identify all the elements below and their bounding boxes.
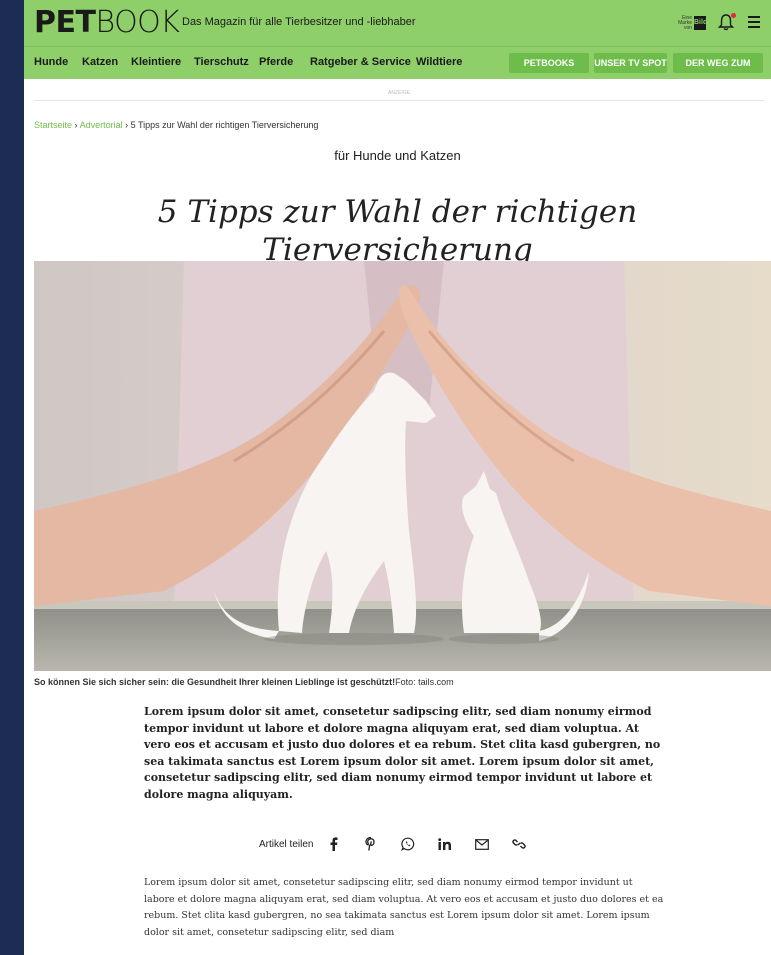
facebook-icon[interactable] (327, 837, 341, 851)
breadcrumb-separator: › (74, 120, 78, 130)
mail-icon[interactable] (475, 837, 490, 851)
caption-text: So können Sie sich sicher sein: die Gesu… (34, 677, 396, 687)
bild-brand-mark[interactable]: Eine Marke von Bild (678, 13, 707, 33)
article-body: Lorem ipsum dolor sit amet, consetetur s… (144, 877, 664, 938)
notification-bell-icon[interactable] (717, 13, 736, 31)
breadcrumb-section[interactable]: Advertorial (80, 120, 123, 130)
hamburger-menu-icon[interactable] (748, 16, 760, 28)
main-nav: Hunde Katzen Kleintiere Tierschutz Pferd… (24, 46, 771, 88)
pinterest-icon[interactable] (364, 837, 378, 851)
petbook-logo[interactable]: PETBOOK (34, 5, 180, 40)
breadcrumb-separator: › (125, 120, 129, 130)
breadcrumb: Startseite › Advertorial › 5 Tipps zur W… (34, 120, 318, 130)
link-icon[interactable] (512, 837, 527, 851)
nav-item-katzen[interactable]: Katzen (82, 56, 118, 68)
nav-item-ratgeber[interactable]: Ratgeber & Service (310, 56, 411, 68)
bild-logo: Bild (694, 16, 707, 30)
breadcrumb-current: 5 Tipps zur Wahl der richtigen Tierversi… (130, 120, 319, 130)
breadcrumb-home[interactable]: Startseite (34, 120, 72, 130)
tv-spot-button[interactable]: UNSER TV SPOT (594, 53, 667, 73)
logo-light: BOOK (95, 5, 180, 40)
notification-dot (731, 13, 736, 18)
share-bar: Artikel teilen (259, 834, 549, 854)
image-caption: So können Sie sich sicher sein: die Gesu… (34, 677, 454, 687)
hero-image (34, 261, 771, 671)
brand-small: Eine Marke von (678, 14, 692, 31)
ad-label: ANZEIGE (34, 86, 764, 101)
nav-item-hunde[interactable]: Hunde (34, 56, 68, 68)
photo-credit: Foto: tails.com (395, 677, 454, 687)
header-bar: PETBOOK Das Magazin für alle Tierbesitze… (24, 0, 771, 46)
weg-zum-hund-button[interactable]: DER WEG ZUM HUND (673, 53, 763, 88)
share-label: Artikel teilen (259, 838, 314, 850)
tagline: Das Magazin für alle Tierbesitzer und -l… (182, 16, 416, 28)
page: PETBOOK Das Magazin für alle Tierbesitze… (24, 0, 771, 955)
hero-illustration (34, 261, 771, 671)
linkedin-icon[interactable] (438, 837, 452, 851)
nav-item-kleintiere[interactable]: Kleintiere (131, 56, 181, 68)
article-title: 5 Tipps zur Wahl der richtigen Tierversi… (157, 193, 638, 268)
logo-bold: PET (34, 5, 96, 40)
article-kicker: für Hunde und Katzen (334, 148, 461, 163)
nav-item-pferde[interactable]: Pferde (259, 56, 293, 68)
nav-item-tierschutz[interactable]: Tierschutz (194, 56, 249, 68)
nav-item-wildtiere[interactable]: Wildtiere (416, 56, 462, 68)
article-lead: Lorem ipsum dolor sit amet, consetetur s… (144, 705, 661, 801)
petbooks-beste-button[interactable]: PETBOOKS BESTE (509, 53, 589, 88)
whatsapp-icon[interactable] (401, 837, 415, 851)
